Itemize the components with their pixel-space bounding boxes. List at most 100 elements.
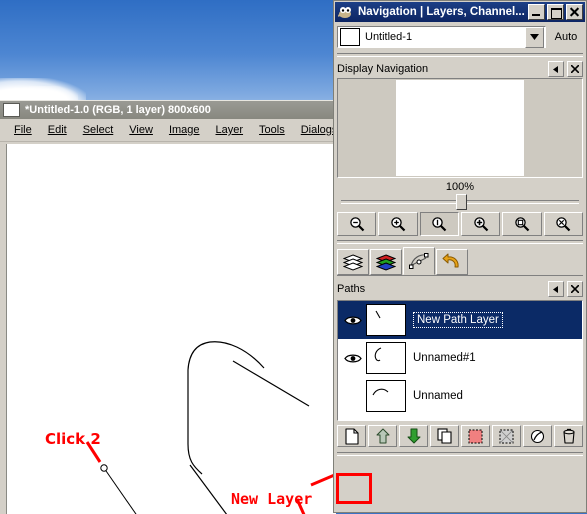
new-document-icon — [344, 427, 359, 445]
paths-icon — [409, 253, 429, 269]
canvas-area: Click 2 Click 1 New Layer — [0, 142, 336, 514]
click-2-label: Click 2 — [45, 430, 101, 448]
menu-file[interactable]: File — [6, 121, 40, 139]
tab-menu-icon[interactable] — [548, 61, 564, 77]
table-row[interactable]: Unnamed — [338, 377, 582, 415]
path-name[interactable]: Unnamed#1 — [413, 352, 476, 364]
tab-menu-icon[interactable] — [548, 281, 564, 297]
image-window-titlebar[interactable]: *Untitled-1.0 (RGB, 1 layer) 800x600 — [0, 101, 335, 119]
tab-undo-history[interactable] — [436, 249, 468, 275]
navigation-preview-image — [396, 80, 524, 176]
menu-edit-label: Edit — [47, 124, 67, 136]
arrow-up-icon — [376, 428, 389, 444]
image-window: *Untitled-1.0 (RGB, 1 layer) 800x600 Fil… — [0, 100, 336, 514]
close-icon[interactable] — [567, 281, 583, 297]
divider — [337, 53, 583, 57]
divider — [337, 240, 583, 244]
dock-tabs — [337, 247, 583, 275]
selection-to-path-icon — [499, 429, 514, 443]
delete-path-button[interactable] — [554, 425, 583, 447]
zoom-out-icon — [349, 217, 364, 232]
undo-history-icon — [442, 253, 459, 268]
menu-select-label: Select — [82, 124, 114, 136]
chevron-down-icon[interactable] — [525, 26, 544, 48]
zoom-fit-window-button[interactable] — [502, 212, 542, 236]
eye-icon — [344, 316, 362, 324]
menu-file-label: File — [14, 124, 32, 136]
tab-channels[interactable] — [370, 249, 402, 275]
zoom-fit-image-button[interactable] — [460, 212, 501, 236]
eye-icon — [344, 354, 362, 362]
tab-layers[interactable] — [337, 249, 369, 275]
zoom-out-button[interactable] — [337, 212, 377, 236]
zoom-original-icon — [432, 217, 447, 232]
duplicate-path-button[interactable] — [430, 425, 459, 447]
dock-titlebar[interactable]: Navigation | Layers, Channel... — [335, 2, 585, 22]
channels-icon — [376, 254, 396, 271]
table-row[interactable]: New Path Layer — [338, 301, 582, 339]
navigation-layers-dock: Navigation | Layers, Channel... Untitled… — [333, 0, 587, 513]
path-thumbnail — [366, 304, 406, 336]
path-name[interactable]: New Path Layer — [413, 312, 503, 328]
navigation-header: Display Navigation — [337, 60, 583, 78]
auto-button[interactable]: Auto — [549, 26, 583, 48]
close-button[interactable] — [566, 4, 583, 20]
tab-paths[interactable] — [403, 247, 435, 275]
zoom-shrink-wrap-button[interactable] — [543, 212, 583, 236]
minimize-button[interactable] — [528, 4, 545, 20]
raise-path-button[interactable] — [368, 425, 397, 447]
menu-view[interactable]: View — [121, 121, 161, 139]
menu-image[interactable]: Image — [161, 121, 208, 139]
stroke-path-icon — [530, 429, 545, 443]
image-canvas[interactable]: Click 2 Click 1 New Layer — [6, 144, 336, 514]
image-selector-value: Untitled-1 — [365, 31, 413, 43]
image-selector[interactable]: Untitled-1 — [337, 26, 546, 48]
selection-to-path-button[interactable] — [492, 425, 521, 447]
menu-layer[interactable]: Layer — [208, 121, 252, 139]
path-thumbnail — [366, 342, 406, 374]
menubar[interactable]: File Edit Select View Image Layer Tools … — [0, 119, 335, 142]
zoom-in-button[interactable] — [378, 212, 418, 236]
zoom-slider-thumb[interactable] — [456, 194, 467, 210]
zoom-1-1-button[interactable] — [419, 212, 459, 236]
tab-menu-glyph — [553, 65, 558, 73]
close-glyph — [571, 285, 579, 293]
annotation-arrows — [85, 441, 336, 514]
lower-path-button[interactable] — [399, 425, 428, 447]
paths-header: Paths — [337, 280, 583, 298]
table-row[interactable]: Unnamed#1 — [338, 339, 582, 377]
menu-layer-label: Layer — [215, 124, 244, 136]
menu-view-label: View — [129, 124, 153, 136]
zoom-shrink-icon — [556, 217, 571, 232]
menu-tools-label: Tools — [259, 124, 285, 136]
image-selector-row: Untitled-1 Auto — [337, 24, 583, 50]
navigation-preview[interactable] — [337, 78, 583, 178]
image-thumbnail — [340, 28, 360, 46]
zoom-button-bar — [337, 212, 583, 236]
path-name[interactable]: Unnamed — [413, 390, 463, 402]
menu-image-label: Image — [168, 124, 200, 136]
dock-title: Navigation | Layers, Channel... — [358, 6, 525, 18]
menu-tools[interactable]: Tools — [251, 121, 293, 139]
paths-button-bar — [337, 425, 583, 447]
paths-list[interactable]: New Path Layer Unnamed#1 Unnamed — [337, 300, 583, 421]
zoom-fit-icon — [473, 217, 488, 232]
close-icon[interactable] — [567, 61, 583, 77]
path-thumb-hook — [374, 347, 382, 362]
zoom-percent-label: 100% — [445, 181, 475, 193]
visibility-toggle[interactable] — [340, 315, 366, 326]
paths-title: Paths — [337, 283, 366, 295]
zoom-slider[interactable] — [341, 194, 579, 210]
zoom-in-icon — [391, 217, 406, 232]
visibility-toggle[interactable] — [340, 353, 366, 364]
stroke-path-button[interactable] — [523, 425, 552, 447]
gimp-wilber-icon — [338, 7, 351, 18]
menu-select[interactable]: Select — [75, 121, 122, 139]
menu-dialogs[interactable]: Dialogs — [293, 121, 335, 139]
new-path-button[interactable] — [337, 425, 366, 447]
maximize-button[interactable] — [547, 4, 564, 20]
path-to-selection-button[interactable] — [461, 425, 490, 447]
menu-edit[interactable]: Edit — [40, 121, 75, 139]
tab-menu-glyph — [553, 285, 558, 293]
path-to-selection-icon — [468, 429, 483, 443]
